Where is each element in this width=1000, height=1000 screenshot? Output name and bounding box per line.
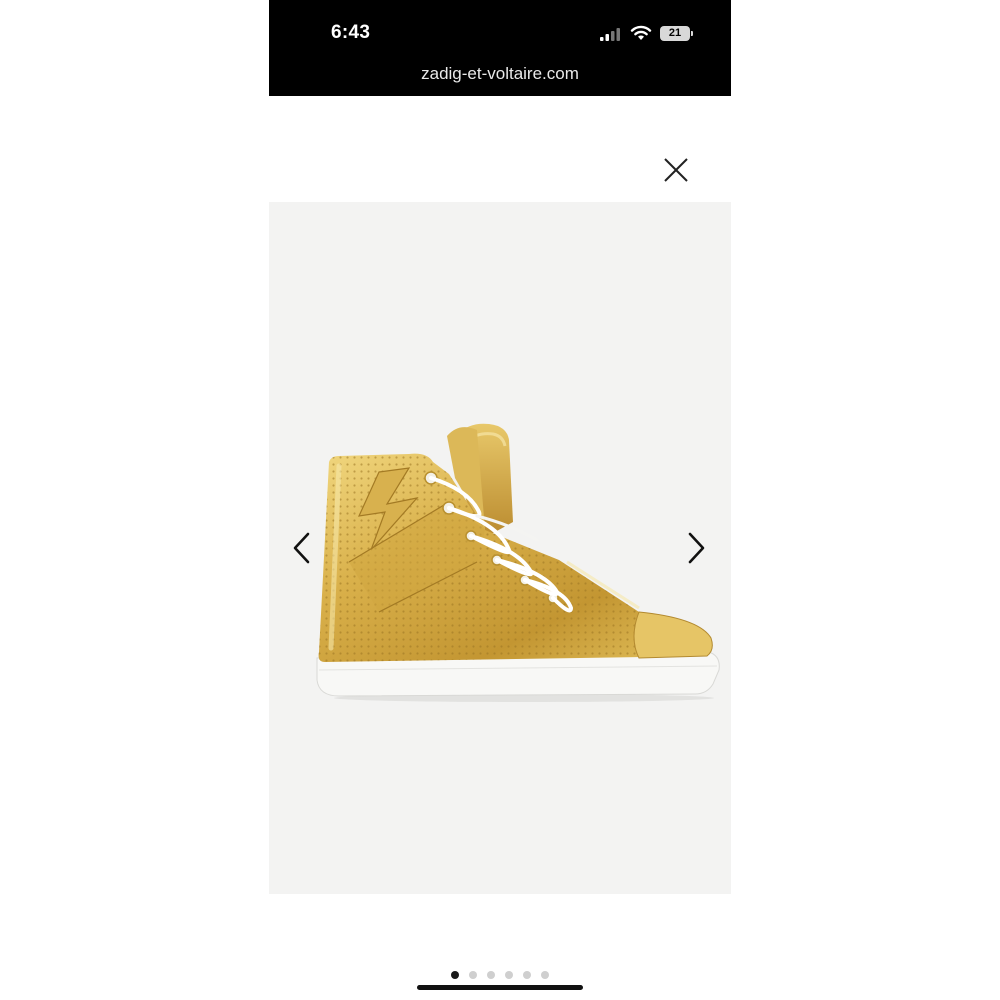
pagination-dot[interactable] <box>469 971 477 979</box>
pagination-dot[interactable] <box>541 971 549 979</box>
close-icon[interactable] <box>661 155 691 185</box>
battery-icon: 21 <box>660 26 690 41</box>
pagination-dot[interactable] <box>487 971 495 979</box>
product-image-gallery[interactable] <box>269 202 731 894</box>
wifi-icon <box>630 25 652 40</box>
status-time: 6:43 <box>331 22 371 43</box>
cellular-signal-icon <box>600 28 620 41</box>
phone-screen: 6:43 21 zadig-et-voltaire.com <box>269 0 731 1000</box>
image-pagination <box>269 971 731 981</box>
battery-level: 21 <box>668 27 682 39</box>
pagination-dot-active[interactable] <box>451 971 459 979</box>
battery-tip <box>691 31 693 36</box>
sneaker-image <box>316 423 720 702</box>
home-indicator[interactable] <box>417 985 583 990</box>
pagination-dot[interactable] <box>523 971 531 979</box>
status-bar: 6:43 21 zadig-et-voltaire.com <box>269 0 731 96</box>
chevron-left-icon[interactable] <box>287 528 317 568</box>
pagination-dot[interactable] <box>505 971 513 979</box>
browser-url[interactable]: zadig-et-voltaire.com <box>269 64 731 84</box>
chevron-right-icon[interactable] <box>681 528 711 568</box>
